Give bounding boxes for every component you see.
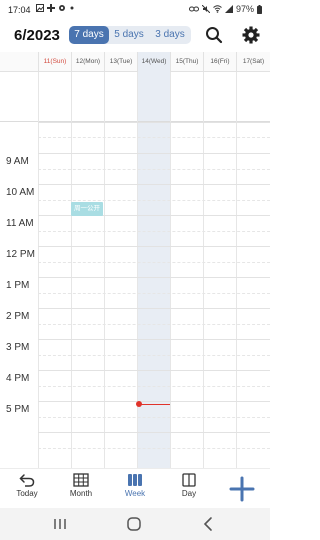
day-header-thu[interactable]: 15(Thu) <box>170 52 203 72</box>
hour-line <box>38 184 270 185</box>
column-divider <box>137 72 138 468</box>
link-icon <box>188 6 199 12</box>
column-divider <box>38 72 39 468</box>
hour-line <box>38 277 270 278</box>
range-7-days[interactable]: 7 days <box>69 26 109 44</box>
day-header-sun[interactable]: 11(Sun) <box>38 52 71 72</box>
gear-icon[interactable] <box>241 25 261 45</box>
column-divider <box>236 72 237 468</box>
dot-icon <box>70 6 74 10</box>
undo-arrow-icon <box>19 474 35 487</box>
signal-icon <box>224 5 233 13</box>
hour-line <box>38 370 270 371</box>
nav-day[interactable]: Day <box>169 473 209 507</box>
recent-apps-icon[interactable] <box>51 516 69 532</box>
half-hour-line <box>38 324 270 325</box>
day-header-tue[interactable]: 13(Tue) <box>104 52 137 72</box>
day-header-mon[interactable]: 12(Mon) <box>71 52 104 72</box>
range-5-days[interactable]: 5 days <box>109 26 149 44</box>
nav-month-label: Month <box>69 489 93 498</box>
book-icon <box>182 473 196 487</box>
half-hour-line <box>38 137 270 138</box>
back-icon[interactable] <box>200 516 218 532</box>
time-label-3pm: 3 PM <box>6 342 30 353</box>
half-hour-line <box>38 231 270 232</box>
calendar-event[interactable]: 周一公开 <box>71 202 103 216</box>
search-icon[interactable] <box>204 25 224 45</box>
range-toggle: 7 days 5 days 3 days <box>69 26 191 44</box>
settings-small-icon <box>59 5 65 11</box>
half-hour-line <box>38 293 270 294</box>
day-header-fri[interactable]: 16(Fri) <box>203 52 236 72</box>
column-divider <box>104 72 105 468</box>
range-3-days[interactable]: 3 days <box>149 26 191 44</box>
hour-line <box>38 401 270 402</box>
hour-line <box>38 339 270 340</box>
game-controller-icon <box>47 4 55 12</box>
hour-line <box>38 246 270 247</box>
half-hour-line <box>38 355 270 356</box>
wifi-icon <box>213 5 222 13</box>
home-icon[interactable] <box>125 516 143 532</box>
hour-line <box>38 432 270 433</box>
time-label-2pm: 2 PM <box>6 311 30 322</box>
nav-today-label: Today <box>16 489 38 498</box>
system-navigation-bar <box>0 508 270 540</box>
half-hour-line <box>38 262 270 263</box>
half-hour-line <box>38 386 270 387</box>
nav-day-label: Day <box>181 489 197 498</box>
time-label-12pm: 12 PM <box>6 249 35 260</box>
nav-week[interactable]: Week <box>115 473 155 507</box>
notification-icons <box>36 4 75 12</box>
grid-calendar-icon <box>73 473 89 487</box>
day-header-sat[interactable]: 17(Sat) <box>236 52 270 72</box>
column-divider <box>203 72 204 468</box>
time-label-5pm: 5 PM <box>6 404 30 415</box>
today-column-highlight <box>137 72 170 468</box>
half-hour-line <box>38 417 270 418</box>
image-icon <box>36 4 44 12</box>
all-day-area[interactable] <box>0 72 270 122</box>
current-time-dot <box>136 401 142 407</box>
half-hour-line <box>38 200 270 201</box>
battery-icon <box>257 4 262 14</box>
nav-today[interactable]: Today <box>7 473 47 507</box>
day-header-wed[interactable]: 14(Wed) <box>137 52 170 72</box>
app-header: 6/2023 7 days 5 days 3 days <box>0 20 270 50</box>
week-columns-icon <box>128 474 142 486</box>
half-hour-line <box>38 169 270 170</box>
time-label-9am: 9 AM <box>6 156 29 167</box>
mute-icon <box>201 5 210 13</box>
time-label-4pm: 4 PM <box>6 373 30 384</box>
column-divider <box>71 72 72 468</box>
time-label-1pm: 1 PM <box>6 280 30 291</box>
hour-line <box>38 153 270 154</box>
month-title[interactable]: 6/2023 <box>14 27 60 44</box>
nav-month[interactable]: Month <box>61 473 101 507</box>
time-label-11am: 11 AM <box>6 218 34 229</box>
week-calendar: 11(Sun) 12(Mon) 13(Tue) 14(Wed) 15(Thu) … <box>0 52 270 468</box>
day-header-row: 11(Sun) 12(Mon) 13(Tue) 14(Wed) 15(Thu) … <box>0 52 270 72</box>
column-divider <box>170 72 171 468</box>
status-time: 17:04 <box>8 5 31 15</box>
hour-line <box>38 122 270 123</box>
status-right: 97% <box>188 4 262 14</box>
nav-week-label: Week <box>124 489 146 498</box>
battery-percent: 97% <box>235 4 254 14</box>
hour-line <box>38 308 270 309</box>
current-time-line <box>139 404 170 405</box>
half-hour-line <box>38 448 270 449</box>
time-label-10am: 10 AM <box>6 187 35 198</box>
plus-icon[interactable] <box>226 473 258 505</box>
status-bar: 17:04 97% <box>0 0 270 20</box>
bottom-navigation: Today Month Week Day <box>0 468 270 508</box>
